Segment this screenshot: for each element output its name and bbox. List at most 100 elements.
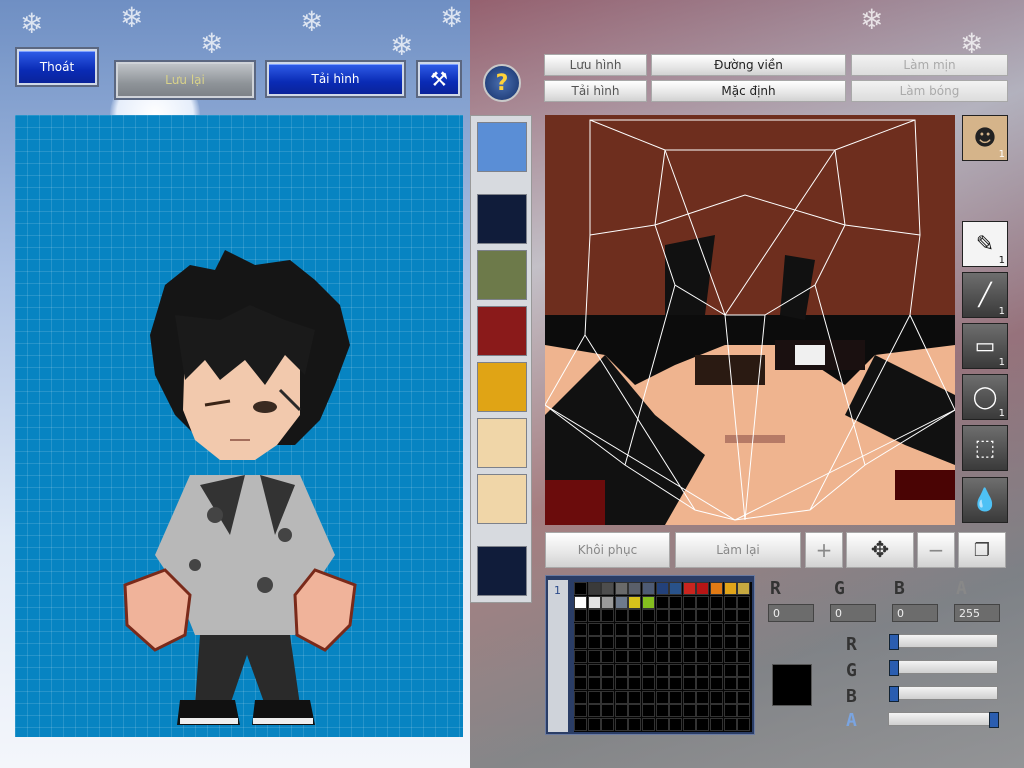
g-slider-knob[interactable] [889,660,899,676]
color-swatch[interactable] [628,650,642,663]
color-swatch[interactable] [696,609,710,623]
color-swatch[interactable] [642,636,655,650]
color-swatch[interactable] [723,718,737,731]
color-swatch[interactable] [601,704,615,718]
color-swatch[interactable] [601,663,615,677]
color-swatch[interactable] [574,663,587,677]
color-swatch[interactable] [655,595,669,609]
color-swatch[interactable] [696,636,710,650]
color-swatch[interactable] [601,609,615,623]
eyedropper-tool[interactable]: 💧 [962,477,1008,523]
part-slot-mask[interactable] [477,250,527,300]
color-swatch[interactable] [614,650,628,663]
color-swatch[interactable] [710,650,723,663]
color-swatch[interactable] [642,718,655,731]
color-swatch[interactable] [696,718,710,731]
color-swatch[interactable] [574,582,587,595]
color-swatch[interactable] [737,704,751,718]
color-swatch[interactable] [723,690,737,704]
color-swatch[interactable] [574,677,587,691]
color-swatch[interactable] [655,718,669,731]
color-swatch[interactable] [737,622,751,636]
color-swatch[interactable] [737,609,751,623]
color-swatch[interactable] [669,677,683,691]
color-swatch[interactable] [587,595,601,609]
color-swatch[interactable] [587,718,601,731]
color-swatch[interactable] [642,595,655,609]
color-swatch[interactable] [669,595,683,609]
color-swatch[interactable] [628,636,642,650]
save-button[interactable]: Lưu lại [116,62,254,98]
add-button[interactable]: + [805,532,843,568]
color-swatch[interactable] [628,582,642,595]
save-image-button[interactable]: Lưu hình [544,54,647,76]
color-swatch[interactable] [642,690,655,704]
redo-button[interactable]: Làm lại [675,532,801,568]
swatch-grid[interactable] [574,582,752,732]
color-swatch[interactable] [669,636,683,650]
color-swatch[interactable] [628,622,642,636]
g-value-field[interactable]: 0 [830,604,876,622]
color-swatch[interactable] [710,718,723,731]
color-swatch[interactable] [655,663,669,677]
color-swatch[interactable] [696,663,710,677]
color-swatch[interactable] [696,582,710,595]
color-swatch[interactable] [642,677,655,691]
color-swatch[interactable] [614,595,628,609]
color-swatch[interactable] [642,609,655,623]
color-swatch[interactable] [682,609,696,623]
color-swatch[interactable] [574,622,587,636]
g-slider[interactable] [888,660,998,676]
color-swatch[interactable] [710,677,723,691]
part-slot-empty[interactable] [477,194,527,244]
color-swatch[interactable] [710,595,723,609]
color-swatch[interactable] [587,622,601,636]
part-slot-face-plain-2[interactable] [477,474,527,524]
load-button[interactable]: Tải hình [267,62,404,96]
color-swatch[interactable] [669,622,683,636]
color-swatch[interactable] [682,622,696,636]
r-slider[interactable] [888,634,998,650]
color-swatch[interactable] [682,690,696,704]
color-swatch[interactable] [696,622,710,636]
color-swatch[interactable] [614,663,628,677]
color-swatch[interactable] [628,677,642,691]
a-slider[interactable] [888,712,999,728]
color-swatch[interactable] [710,636,723,650]
color-swatch[interactable] [669,718,683,731]
color-swatch[interactable] [614,718,628,731]
color-swatch[interactable] [737,677,751,691]
color-swatch[interactable] [587,636,601,650]
rectangle-tool[interactable]: ▭ 1 [962,323,1008,369]
color-swatch[interactable] [669,704,683,718]
color-swatch[interactable] [601,677,615,691]
color-swatch[interactable] [682,636,696,650]
color-swatch[interactable] [614,582,628,595]
a-slider-knob[interactable] [989,712,999,728]
color-swatch[interactable] [669,650,683,663]
color-swatch[interactable] [614,609,628,623]
hammer-button[interactable]: ⚒ [418,62,460,96]
color-swatch[interactable] [601,690,615,704]
color-swatch[interactable] [642,650,655,663]
color-swatch[interactable] [723,663,737,677]
color-swatch[interactable] [682,595,696,609]
color-swatch[interactable] [655,690,669,704]
color-swatch[interactable] [682,677,696,691]
color-swatch[interactable] [614,690,628,704]
ellipse-tool[interactable]: ◯ 1 [962,374,1008,420]
color-swatch[interactable] [723,582,737,595]
color-swatch[interactable] [737,595,751,609]
color-swatch[interactable] [601,650,615,663]
color-swatch[interactable] [587,677,601,691]
color-swatch[interactable] [682,704,696,718]
pen-tool[interactable]: ✎ 1 [962,221,1008,267]
b-slider[interactable] [888,686,998,702]
part-slot-empty-2[interactable] [477,546,527,596]
color-swatch[interactable] [614,704,628,718]
color-swatch[interactable] [723,595,737,609]
color-swatch[interactable] [669,609,683,623]
color-swatch[interactable] [614,636,628,650]
color-swatch[interactable] [642,663,655,677]
color-swatch[interactable] [628,663,642,677]
